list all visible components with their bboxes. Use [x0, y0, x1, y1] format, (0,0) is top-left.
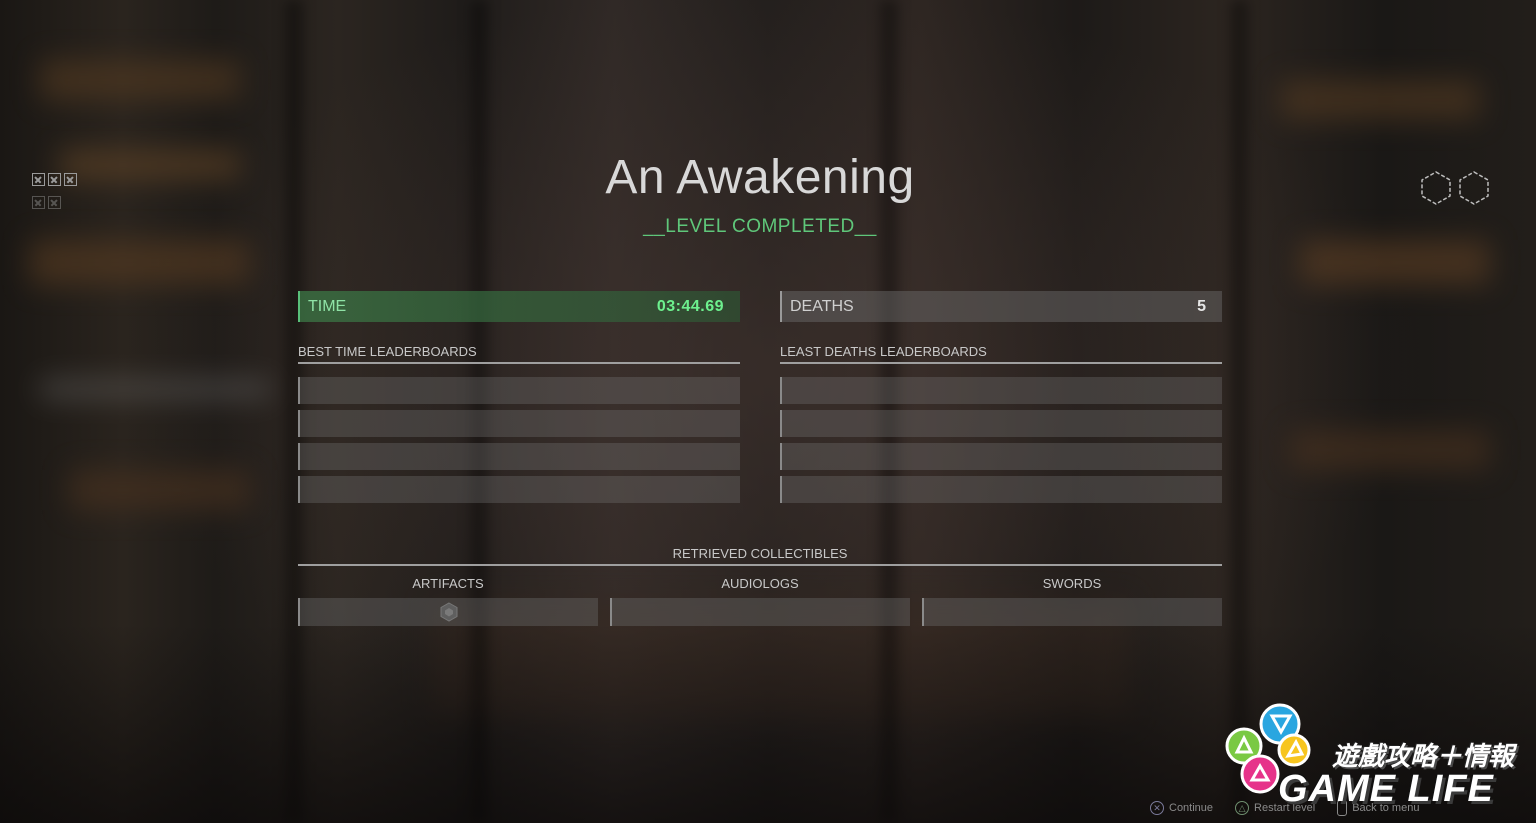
leaderboard-row[interactable]: [298, 410, 740, 437]
level-title: An Awakening: [605, 151, 915, 204]
leaderboard-row[interactable]: [780, 410, 1222, 437]
collectibles-title: RETRIEVED COLLECTIBLES: [298, 546, 1222, 566]
background-blur: [1300, 240, 1490, 285]
leaderboard-row[interactable]: [780, 476, 1222, 503]
leaderboard-row[interactable]: [780, 443, 1222, 470]
leaderboard-row[interactable]: [298, 476, 740, 503]
deaths-value: 5: [1197, 297, 1206, 315]
gamelife-watermark-logo: 遊戲攻略＋情報 GAME LIFE: [1222, 700, 1532, 815]
artifacts-column: ARTIFACTS: [298, 576, 598, 626]
background-blur: [1280, 80, 1480, 120]
leaderboard-title: BEST TIME LEADERBOARDS: [298, 344, 740, 364]
artifacts-label: ARTIFACTS: [412, 576, 484, 591]
collectibles-section: RETRIEVED COLLECTIBLES ARTIFACTS AUDIOLO…: [298, 546, 1222, 626]
audiologs-label: AUDIOLOGS: [721, 576, 799, 591]
leaderboard-row[interactable]: [298, 443, 740, 470]
continue-label: Continue: [1169, 802, 1214, 814]
time-label: TIME: [308, 297, 347, 315]
background-blur: [40, 380, 270, 398]
leaderboard-row[interactable]: [298, 377, 740, 404]
audiologs-bar: [610, 598, 910, 626]
swords-bar: [922, 598, 1222, 626]
best-time-leaderboard: BEST TIME LEADERBOARDS: [298, 344, 740, 509]
background-blur: [40, 60, 240, 100]
leaderboard-row[interactable]: [780, 377, 1222, 404]
leaderboard-title: LEAST DEATHS LEADERBOARDS: [780, 344, 1222, 364]
background-blur: [70, 470, 250, 510]
deaths-stat: DEATHS 5: [780, 291, 1222, 322]
time-stat: TIME 03:44.69: [298, 291, 740, 322]
artifacts-bar: [298, 598, 598, 626]
hexagon-artifact-icon: [440, 602, 458, 622]
cross-button-icon: ✕: [1150, 801, 1164, 815]
deaths-label: DEATHS: [790, 297, 854, 315]
background-blur: [30, 240, 250, 285]
background-blur: [1290, 430, 1490, 470]
time-value: 03:44.69: [656, 297, 724, 315]
least-deaths-leaderboard: LEAST DEATHS LEADERBOARDS: [780, 344, 1222, 509]
continue-hint[interactable]: ✕ Continue: [1150, 800, 1213, 816]
audiologs-column: AUDIOLOGS: [610, 576, 910, 626]
watermark-text: GAME LIFE: [1278, 768, 1494, 810]
level-complete-screen: An Awakening __LEVEL COMPLETED__ TIME 03…: [0, 0, 1536, 823]
swords-label: SWORDS: [1042, 576, 1102, 591]
level-status: __LEVEL COMPLETED__: [643, 216, 877, 237]
swords-column: SWORDS: [922, 576, 1222, 626]
